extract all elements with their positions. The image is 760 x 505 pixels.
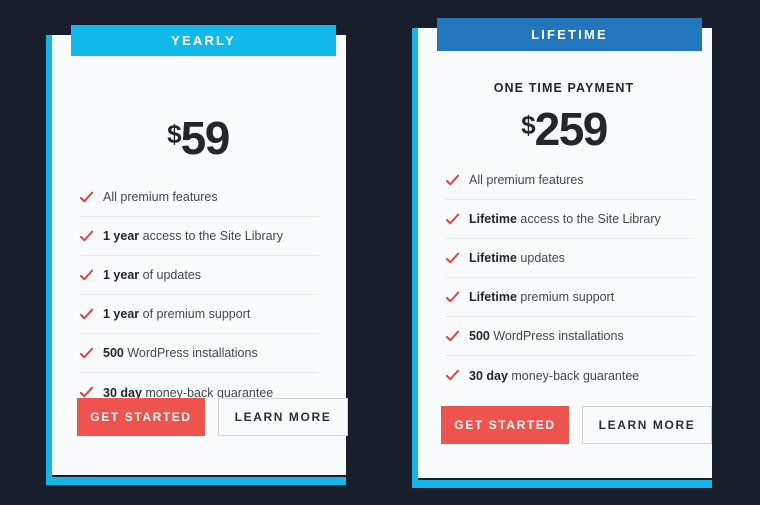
check-icon xyxy=(79,308,94,319)
feature-rest: access to the Site Library xyxy=(516,212,661,226)
pricing-table: YEARLY $59 All premium features 1 year a… xyxy=(0,0,760,505)
feature-rest: WordPress installations xyxy=(123,346,258,360)
accent-stripe-bottom-yearly xyxy=(46,477,346,485)
feature-text: Lifetime premium support xyxy=(469,290,614,304)
price-currency-yearly: $ xyxy=(167,119,182,149)
accent-stripe-left-lifetime xyxy=(412,28,418,488)
learn-more-label: LEARN MORE xyxy=(598,418,696,432)
plan-actions-yearly: GET STARTED LEARN MORE xyxy=(77,398,348,436)
feature-highlight: 30 day xyxy=(469,368,508,383)
feature-highlight: Lifetime xyxy=(469,290,517,304)
feature-rest: of premium support xyxy=(139,307,251,321)
get-started-label: GET STARTED xyxy=(454,418,556,432)
plan-badge-lifetime: LIFETIME xyxy=(437,18,702,51)
learn-more-button[interactable]: LEARN MORE xyxy=(218,398,348,436)
price-amount-lifetime: 259 xyxy=(534,103,609,155)
feature-highlight: 500 xyxy=(469,329,490,343)
get-started-label: GET STARTED xyxy=(90,410,192,424)
feature-item: 30 day money-back guarantee xyxy=(445,356,695,395)
feature-text: All premium features xyxy=(103,190,218,204)
plan-badge-label-lifetime: LIFETIME xyxy=(531,27,608,42)
feature-rest: updates xyxy=(516,251,565,265)
feature-text: 30 day money-back guarantee xyxy=(469,369,639,383)
feature-item: 1 year access to the Site Library xyxy=(79,217,319,256)
check-icon xyxy=(445,174,460,185)
plan-actions-lifetime: GET STARTED LEARN MORE xyxy=(441,406,712,444)
feature-rest: WordPress installations xyxy=(489,329,624,343)
learn-more-button[interactable]: LEARN MORE xyxy=(582,406,712,444)
feature-rest: All premium features xyxy=(469,173,584,187)
feature-text: 500 WordPress installations xyxy=(103,346,258,360)
feature-text: 1 year of updates xyxy=(103,268,201,282)
feature-text: All premium features xyxy=(469,173,584,187)
feature-highlight: 500 xyxy=(103,346,124,360)
feature-rest: premium support xyxy=(516,290,615,304)
accent-stripe-bottom-lifetime xyxy=(412,480,712,488)
feature-highlight: Lifetime xyxy=(469,251,517,265)
feature-highlight: 1 year xyxy=(103,229,140,243)
feature-highlight: 1 year xyxy=(103,268,140,282)
feature-text: 500 WordPress installations xyxy=(469,329,624,343)
plan-card-lifetime: LIFETIME ONE TIME PAYMENT $259 All premi… xyxy=(412,18,712,488)
plan-card-yearly: YEARLY $59 All premium features 1 year a… xyxy=(46,25,348,485)
feature-highlight: 1 year xyxy=(103,307,140,321)
feature-item: 1 year of premium support xyxy=(79,295,319,334)
feature-rest: All premium features xyxy=(103,190,218,204)
feature-item: All premium features xyxy=(445,161,695,200)
feature-highlight: Lifetime xyxy=(469,212,517,226)
feature-rest: of updates xyxy=(139,268,202,282)
feature-text: 1 year access to the Site Library xyxy=(103,229,283,243)
check-icon xyxy=(79,191,94,202)
plan-price-note-lifetime: ONE TIME PAYMENT xyxy=(493,81,635,95)
feature-text: Lifetime access to the Site Library xyxy=(469,212,661,226)
feature-rest: access to the Site Library xyxy=(139,229,283,243)
check-icon xyxy=(79,269,94,280)
check-icon xyxy=(445,252,460,263)
feature-list-yearly: All premium features 1 year access to th… xyxy=(79,178,319,412)
get-started-button[interactable]: GET STARTED xyxy=(77,398,205,436)
get-started-button[interactable]: GET STARTED xyxy=(441,406,569,444)
price-amount-yearly: 59 xyxy=(180,112,231,164)
check-icon xyxy=(445,330,460,341)
feature-item: 500 WordPress installations xyxy=(79,334,319,373)
feature-item: 500 WordPress installations xyxy=(445,317,695,356)
check-icon xyxy=(445,291,460,302)
feature-item: All premium features xyxy=(79,178,319,217)
check-icon xyxy=(79,230,94,241)
price-currency-lifetime: $ xyxy=(521,110,536,140)
feature-text: 1 year of premium support xyxy=(103,307,250,321)
plan-price-yearly: $59 xyxy=(50,115,346,161)
plan-badge-label-yearly: YEARLY xyxy=(171,33,236,48)
check-icon xyxy=(445,213,460,224)
check-icon xyxy=(79,347,94,358)
plan-price-lifetime: $259 xyxy=(416,106,712,152)
check-icon xyxy=(445,369,460,381)
feature-item: Lifetime premium support xyxy=(445,278,695,317)
feature-list-lifetime: All premium features Lifetime access to … xyxy=(445,161,695,395)
feature-item: Lifetime access to the Site Library xyxy=(445,200,695,239)
feature-text: Lifetime updates xyxy=(469,251,565,265)
plan-badge-yearly: YEARLY xyxy=(71,25,336,56)
feature-rest: money-back guarantee xyxy=(507,368,640,383)
learn-more-label: LEARN MORE xyxy=(234,410,332,424)
feature-item: Lifetime updates xyxy=(445,239,695,278)
accent-stripe-left-yearly xyxy=(46,35,52,485)
feature-item: 1 year of updates xyxy=(79,256,319,295)
